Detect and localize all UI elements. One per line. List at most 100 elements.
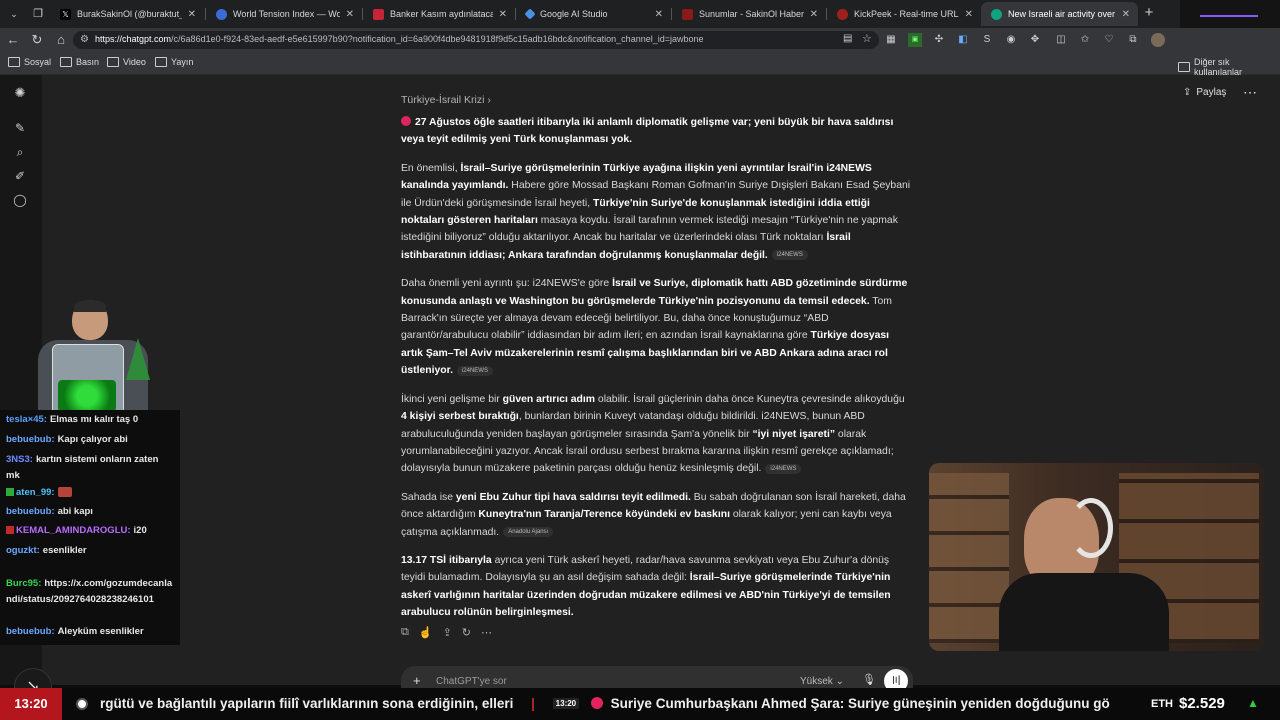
- tab-world-tension[interactable]: World Tension Index — World Te ✕: [206, 2, 362, 26]
- overlay-bar: [1200, 15, 1258, 17]
- search-icon[interactable]: ⌕: [12, 144, 28, 160]
- reader-icon[interactable]: ▤: [843, 33, 852, 44]
- stream-chat: tesla×45: Elmas mı kalır taş 0 bebuebub: K…: [0, 410, 180, 645]
- text: İkinci yeni gelişme bir: [401, 393, 503, 405]
- new-chat-icon[interactable]: ✎: [12, 120, 28, 136]
- citation-chip[interactable]: i24NEWS: [765, 463, 802, 474]
- tab-title: Sunumlar - SakinOl Haber Merke: [699, 9, 804, 19]
- tab-kickpeek[interactable]: KickPeek - Real-time URL Crawle ✕: [827, 2, 981, 26]
- citation-chip[interactable]: i24NEWS: [456, 365, 493, 376]
- tab-title: BurakSakinOl (@buraktut_) / X: [77, 9, 182, 19]
- site-info-icon[interactable]: ⚙: [80, 34, 89, 45]
- heart-icon[interactable]: ♡: [1102, 33, 1116, 47]
- green-prop: [126, 338, 150, 380]
- chat-message: Burc95: https://x.com/gozumdecanlandi/sta…: [6, 576, 174, 607]
- pin-icon[interactable]: ✐: [12, 168, 28, 184]
- bookmark-label: Basın: [76, 57, 100, 67]
- bold-text: 4 kişiyi serbest bıraktığı: [401, 411, 519, 423]
- extension-icon[interactable]: ◉: [1004, 33, 1018, 47]
- text: Daha önemli yeni ayrıntı şu: i24NEWS'e g…: [401, 278, 613, 290]
- red-circle-icon: [401, 116, 411, 126]
- split-view-icon[interactable]: ◫: [1054, 33, 1068, 47]
- tab-banker[interactable]: Banker Kasım aydınlatacak! ✕: [363, 2, 515, 26]
- close-icon[interactable]: ✕: [1122, 9, 1130, 20]
- bookmarks-bar: Sosyal Basın Video Yayın Diğer sık kulla…: [0, 52, 1280, 77]
- webcam-feed: [929, 463, 1264, 651]
- crypto-symbol: ETH: [1151, 698, 1173, 710]
- close-icon[interactable]: ✕: [655, 9, 663, 20]
- chat-text: esenlikler: [42, 545, 87, 556]
- extension-icon[interactable]: ▣: [908, 33, 922, 47]
- more-options-icon[interactable]: ⋯: [1243, 84, 1257, 101]
- microphone-icon[interactable]: 🎙︎: [862, 673, 876, 686]
- trend-up-icon: ▲: [1247, 696, 1259, 710]
- close-icon[interactable]: ✕: [965, 9, 973, 20]
- chat-username: Burc95:: [6, 578, 42, 589]
- more-icon[interactable]: ⋯: [481, 626, 492, 639]
- close-icon[interactable]: ✕: [810, 9, 818, 20]
- extension-icon[interactable]: ✣: [932, 33, 946, 47]
- back-icon[interactable]: ←: [5, 32, 21, 48]
- bold-text: yeni Ebu Zuhur tipi hava saldırısı teyit…: [455, 491, 691, 503]
- ticker-clock: 13:20: [0, 688, 62, 720]
- reload-icon[interactable]: ↻: [29, 32, 45, 48]
- chatgpt-logo-icon: [991, 8, 1002, 20]
- address-url[interactable]: https://chatgpt.com/c/6a86d1e0-f924-83ed…: [95, 34, 704, 44]
- regenerate-icon[interactable]: ↻: [462, 626, 471, 639]
- record-dot-icon: [76, 698, 88, 710]
- tab-x[interactable]: 𝕏 BurakSakinOl (@buraktut_) / X ✕: [50, 2, 204, 26]
- bookmark-sosyal[interactable]: Sosyal: [8, 57, 51, 67]
- share-icon: ⇪: [1183, 87, 1192, 98]
- citation-chip[interactable]: Anadolu Ajansı: [503, 526, 554, 537]
- copy-icon[interactable]: ⧉: [401, 626, 409, 639]
- breadcrumb[interactable]: Türkiye-İsrail Krizi ›: [401, 94, 491, 106]
- plus-icon[interactable]: +: [413, 673, 421, 688]
- bookmark-other[interactable]: Diğer sık kullanılanlar: [1178, 57, 1280, 77]
- share-button[interactable]: ⇪ Paylaş: [1183, 87, 1226, 98]
- sakinol-icon: [682, 8, 693, 20]
- folder-icon: [155, 57, 167, 67]
- circle-icon[interactable]: ◯: [12, 192, 28, 208]
- chat-username: oguzkt:: [6, 545, 40, 556]
- crypto-value: $2.529: [1179, 695, 1225, 712]
- tab-sunumlar[interactable]: Sunumlar - SakinOl Haber Merke ✕: [672, 2, 826, 26]
- streamer-body: [999, 573, 1169, 651]
- address-bar[interactable]: ⚙ https://chatgpt.com/c/6a86d1e0-f924-83…: [73, 31, 879, 49]
- model-mode-select[interactable]: Yüksek ⌄: [800, 676, 844, 687]
- thumbs-icon[interactable]: ☝: [419, 626, 433, 639]
- star-icon[interactable]: ☆: [862, 32, 872, 45]
- composer-input[interactable]: ChatGPT'ye sor: [436, 676, 507, 687]
- tab-search-chevron-icon[interactable]: ⌄: [6, 6, 22, 22]
- bookmark-basin[interactable]: Basın: [60, 57, 99, 67]
- message-actions: ⧉ ☝ ⇪ ↻ ⋯: [401, 626, 492, 639]
- extension-icon[interactable]: ◧: [956, 33, 970, 47]
- extension-icon[interactable]: ▦: [884, 33, 898, 47]
- chevron-down-icon: ⌄: [835, 676, 844, 687]
- tab-chatgpt[interactable]: New Israeli air activity over Syria ✕: [981, 2, 1138, 26]
- url-path: /c/6a86d1e0-f924-83ed-aedf-e5e615997b90?…: [171, 34, 704, 44]
- news-favicon-icon: [373, 8, 384, 20]
- chat-message: 3NS3: kartın sistemi onların zaten mk: [6, 452, 174, 483]
- extension-icon[interactable]: S: [980, 33, 994, 47]
- new-tab-icon[interactable]: +: [1141, 5, 1157, 21]
- favorites-icon[interactable]: ✩: [1078, 33, 1092, 47]
- share-icon[interactable]: ⇪: [443, 626, 452, 639]
- kickpeek-icon: [837, 8, 848, 20]
- chatgpt-logo-icon[interactable]: ✺: [12, 85, 28, 101]
- screenshot-icon[interactable]: ⧉: [1126, 33, 1140, 47]
- citation-chip[interactable]: i24NEWS: [771, 250, 808, 261]
- avatar[interactable]: [1151, 33, 1165, 47]
- home-icon[interactable]: ⌂: [53, 32, 69, 48]
- tab-title: KickPeek - Real-time URL Crawle: [854, 9, 959, 19]
- share-label: Paylaş: [1196, 87, 1227, 98]
- close-icon[interactable]: ✕: [499, 9, 507, 20]
- close-icon[interactable]: ✕: [188, 9, 196, 20]
- bookmark-video[interactable]: Video: [107, 57, 146, 67]
- tab-groups-icon[interactable]: ❐: [30, 6, 46, 22]
- puzzle-icon[interactable]: ✥: [1028, 33, 1042, 47]
- tab-ai-studio[interactable]: Google AI Studio ✕: [516, 2, 671, 26]
- bookmark-yayin[interactable]: Yayın: [155, 57, 193, 67]
- emote-icon: [57, 487, 72, 498]
- chat-message: aten_99:: [6, 485, 174, 501]
- close-icon[interactable]: ✕: [346, 9, 354, 20]
